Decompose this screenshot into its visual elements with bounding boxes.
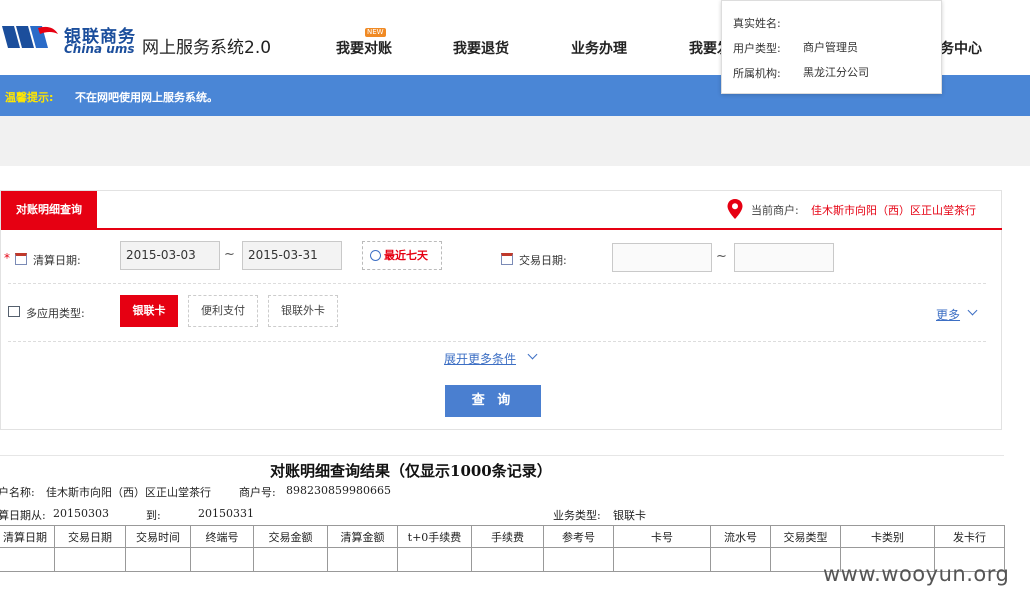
nav-reconciliation[interactable]: 我要对账 (336, 38, 392, 58)
settle-date-label: 清算日期: (33, 254, 81, 267)
col-issuer: 发卡行 (934, 525, 1005, 548)
calendar-icon (501, 253, 513, 265)
org-value: 黑龙江分公司 (803, 66, 869, 79)
real-name-label: 真实姓名: (733, 17, 781, 30)
notice-label: 温馨提示: (5, 91, 54, 104)
nav-business[interactable]: 业务办理 (571, 38, 627, 58)
merchant-name-value: 佳木斯市向阳（西）区正山堂茶行 (46, 486, 211, 499)
trade-date-to-input[interactable] (734, 243, 834, 272)
tab-reconciliation-detail[interactable]: 对账明细查询 (1, 191, 97, 229)
spacer-band (0, 116, 1030, 166)
settle-to-label: 到: (146, 509, 161, 522)
merchant-name-label: 户名称: (0, 486, 35, 499)
nav-service-center[interactable]: 务中心 (940, 38, 982, 58)
notice-text: 不在网吧使用网上服务系统。 (75, 91, 218, 104)
col-settle-date: 清算日期 (0, 525, 55, 548)
col-trade-time: 交易时间 (125, 525, 191, 548)
col-t0-fee: t+0手续费 (397, 525, 472, 548)
trade-date-from-input[interactable] (612, 243, 712, 272)
settle-to-value: 20150331 (198, 507, 254, 520)
calendar-icon (15, 253, 27, 265)
col-terminal-no: 终端号 (190, 525, 254, 548)
trade-date-label: 交易日期: (519, 254, 567, 267)
col-card-no: 卡号 (613, 525, 711, 548)
more-link[interactable]: 更多 (936, 306, 960, 323)
table-header-row: 清算日期 交易日期 交易时间 终端号 交易金额 清算金额 t+0手续费 手续费 … (0, 525, 1005, 548)
system-title: 网上服务系统2.0 (142, 38, 272, 58)
col-settle-amount: 清算金额 (327, 525, 398, 548)
biz-type-label: 业务类型: (553, 509, 601, 522)
unionpay-logo-icon (2, 26, 58, 48)
merchant-no-label: 商户号: (239, 486, 276, 499)
nav-refund[interactable]: 我要退货 (453, 38, 509, 58)
merchant-no-value: 898230859980665 (286, 484, 391, 497)
settle-from-label: 算日期从: (0, 509, 46, 522)
watermark-text: www.wooyun.org (823, 562, 1010, 586)
settle-from-value: 20150303 (53, 507, 109, 520)
col-trade-amount: 交易金额 (253, 525, 328, 548)
grid-icon (8, 306, 20, 317)
tab-underline (1, 228, 1002, 230)
brand-name-en: China ums (64, 42, 135, 56)
col-ref-no: 参考号 (543, 525, 614, 548)
col-serial-no: 流水号 (710, 525, 771, 548)
required-mark: * (4, 251, 10, 265)
query-button[interactable]: 查 询 (445, 385, 541, 417)
date-range-separator: ~ (224, 247, 235, 262)
settle-date-from-input[interactable]: 2015-03-03 (120, 241, 220, 270)
col-fee: 手续费 (471, 525, 544, 548)
col-trade-type: 交易类型 (770, 525, 841, 548)
settle-date-to-input[interactable]: 2015-03-31 (242, 241, 342, 270)
current-merchant-label: 当前商户: (751, 204, 799, 217)
org-label: 所属机构: (733, 67, 781, 80)
row-divider (8, 341, 986, 342)
col-trade-date: 交易日期 (54, 525, 126, 548)
col-card-type: 卡类别 (840, 525, 935, 548)
app-type-label: 多应用类型: (26, 307, 85, 320)
results-title: 对账明细查询结果（仅显示1000条记录） (270, 462, 552, 480)
app-type-convenience-pay[interactable]: 便利支付 (188, 295, 258, 327)
location-pin-icon (727, 199, 743, 219)
clock-icon (370, 250, 381, 261)
current-merchant-value: 佳木斯市向阳（西）区正山堂茶行 (811, 204, 976, 217)
app-type-foreign-card[interactable]: 银联外卡 (268, 295, 338, 327)
user-type-label: 用户类型: (733, 42, 781, 55)
expand-more-conditions-link[interactable]: 展开更多条件 (444, 350, 516, 367)
user-type-value: 商户管理员 (803, 41, 858, 54)
row-divider (8, 283, 986, 284)
app-type-unionpay-card[interactable]: 银联卡 (120, 295, 178, 327)
date-range-separator: ~ (716, 249, 727, 264)
user-info-popup: 真实姓名: 用户类型: 商户管理员 所属机构: 黑龙江分公司 (721, 0, 942, 94)
biz-type-value: 银联卡 (613, 509, 646, 522)
new-badge: NEW (365, 28, 386, 37)
